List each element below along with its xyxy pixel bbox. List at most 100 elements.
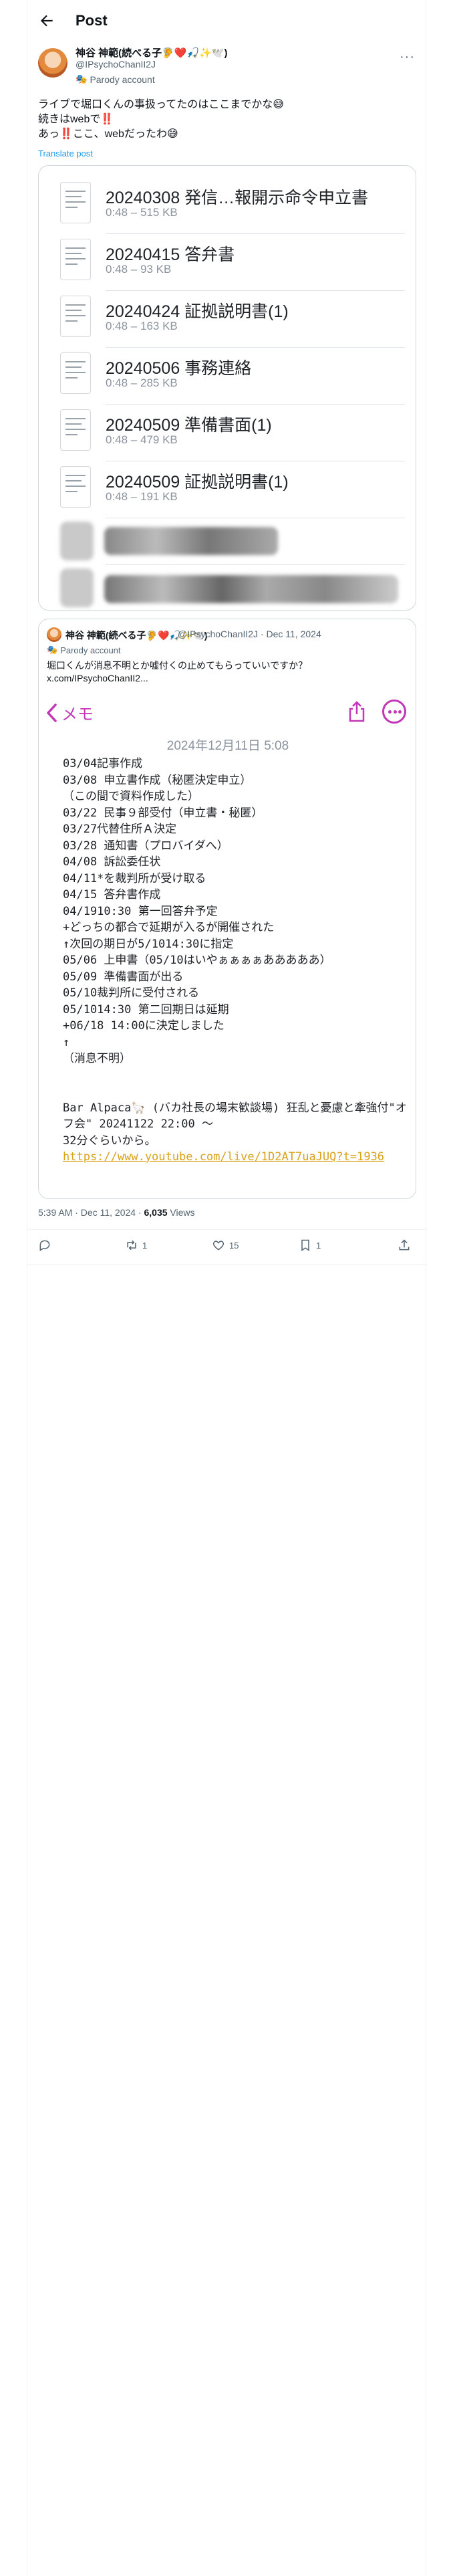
blurred-file-name xyxy=(104,527,278,555)
file-meta: 0:48 – 93 KB xyxy=(106,263,172,276)
memo-line: ↑ xyxy=(63,1035,70,1049)
file-meta: 0:48 – 515 KB xyxy=(106,206,178,219)
memo-line: 04/1910:30 第一回答弁予定 xyxy=(63,904,218,918)
author-handle[interactable]: @IPsychoChanII2J xyxy=(76,59,156,70)
file-row: 20240509 準備書面(1) 0:48 – 479 KB xyxy=(51,405,405,456)
memo-date: 2024年12月11日 5:08 xyxy=(166,739,289,753)
divider xyxy=(106,347,405,348)
memo-line: 05/10裁判所に受付される xyxy=(63,986,200,1000)
file-row: 20240415 答弁書 0:48 – 93 KB xyxy=(51,235,405,286)
memo-back-label: メモ xyxy=(61,706,94,724)
memo-line: +どっちの都合で延期が入るが開催された xyxy=(63,921,275,934)
quoted-parody-label: Parody account xyxy=(60,645,121,655)
memo-back-button: メモ xyxy=(45,701,94,724)
divider xyxy=(106,404,405,405)
heart-icon xyxy=(212,1241,224,1251)
memo-line: 03/08 申立書作成（秘匿決定申立） xyxy=(63,773,252,787)
divider xyxy=(106,290,405,291)
file-meta: 0:48 – 285 KB xyxy=(106,377,178,389)
repost-count: 1 xyxy=(142,1240,148,1251)
top-bar: Post xyxy=(27,0,427,41)
tweet-text: ライブで堀口くんの事扱ってたのはここまでかな😅 続きはwebで‼️ あっ‼️ここ… xyxy=(38,98,416,142)
document-icon xyxy=(60,182,91,223)
more-options-icon[interactable]: ··· xyxy=(400,49,415,65)
file-name: 20240424 証拠説明書(1) xyxy=(106,302,289,321)
author-avatar[interactable] xyxy=(38,48,67,78)
file-name: 20240509 証拠説明書(1) xyxy=(106,473,289,492)
repost-button[interactable]: 1 xyxy=(125,1239,147,1252)
quoted-author-avatar xyxy=(47,627,61,642)
mask-icon: 🎭 xyxy=(76,74,88,84)
file-meta: 0:48 – 163 KB xyxy=(106,320,178,332)
memo-line: Bar Alpaca🦙 (バカ社長の場末歓談場) 狂乱と憂慮と牽強付"オフ会" … xyxy=(63,1101,407,1132)
file-name: 20240506 事務連絡 xyxy=(106,359,252,378)
memo-line: 05/09 準備書面が出る xyxy=(63,970,184,984)
parody-badge: 🎭 Parody account xyxy=(76,74,155,85)
document-icon xyxy=(60,239,91,280)
quoted-parody-badge: 🎭 Parody account xyxy=(47,645,121,655)
document-icon xyxy=(60,466,91,508)
share-button[interactable] xyxy=(398,1239,411,1252)
blurred-file-name xyxy=(104,575,398,603)
post-timestamp[interactable]: 5:39 AM · Dec 11, 2024 · xyxy=(38,1207,144,1218)
quoted-link: x.com/IPsychoChanII2... xyxy=(47,673,148,683)
tweet-line: ライブで堀口くんの事扱ってたのはここまでかな😅 xyxy=(38,99,284,110)
file-row: 20240424 証拠説明書(1) 0:48 – 163 KB xyxy=(51,292,405,342)
memo-line: 05/06 上申書（05/10はいやぁぁぁぁあああああ） xyxy=(63,954,331,967)
file-name: 20240509 準備書面(1) xyxy=(106,416,272,435)
view-count: 6,035 xyxy=(144,1207,168,1218)
memo-line: ↑次回の期日が5/1014:30に指定 xyxy=(63,937,234,951)
memo-line: （消息不明） xyxy=(63,1052,131,1065)
memo-blank-line xyxy=(63,1083,410,1100)
memo-line: 03/28 通知書（プロバイダへ） xyxy=(63,839,229,853)
file-row: 20240308 発信…報開示命令申立書 0:48 – 515 KB xyxy=(51,178,405,229)
file-row: 20240506 事務連絡 0:48 – 285 KB xyxy=(51,348,405,399)
document-icon xyxy=(60,296,91,337)
memo-line: 04/15 答弁書作成 xyxy=(63,888,161,901)
memo-more-icon xyxy=(382,700,406,724)
bookmark-icon xyxy=(301,1239,309,1251)
memo-line: 04/11*を裁判所が受け取る xyxy=(63,871,206,885)
memo-line: 03/04記事作成 xyxy=(63,757,143,770)
file-row: 20240509 証拠説明書(1) 0:48 – 191 KB xyxy=(51,462,405,513)
parody-label: Parody account xyxy=(90,74,155,85)
memo-line: 05/1014:30 第二回期日は延期 xyxy=(63,1002,229,1016)
quoted-author-handle: @IPsychoChanII2J · Dec 11, 2024 xyxy=(178,629,321,639)
action-bar: 1 15 1 xyxy=(27,1230,427,1263)
memo-line: +06/18 14:00に決定しました xyxy=(63,1019,224,1033)
divider xyxy=(106,564,405,565)
file-meta: 0:48 – 191 KB xyxy=(106,490,178,503)
memo-screenshot[interactable]: メモ 2024年12月11日 5:08 03/04記事作成 03/08 申立書作… xyxy=(39,694,416,1198)
youtube-link: https://www.youtube.com/live/1D2AT7uaJUQ… xyxy=(63,1150,385,1164)
attachment-image[interactable]: 20240308 発信…報開示命令申立書 0:48 – 515 KB 20240… xyxy=(38,165,416,611)
memo-blank-line xyxy=(63,1067,410,1084)
like-button[interactable]: 15 xyxy=(212,1239,239,1252)
file-meta: 0:48 – 479 KB xyxy=(106,433,178,446)
bookmark-button[interactable]: 1 xyxy=(299,1239,321,1252)
document-icon xyxy=(60,352,91,394)
reply-button[interactable] xyxy=(38,1239,55,1252)
bookmark-count: 1 xyxy=(316,1240,321,1251)
chevron-left-icon xyxy=(47,703,57,722)
memo-line: （この間で資料作成した） xyxy=(63,790,199,803)
divider xyxy=(106,233,405,234)
file-name: 20240308 発信…報開示命令申立書 xyxy=(106,189,369,207)
tweet-line: あっ‼️ここ、webだったわ😅 xyxy=(38,128,178,140)
memo-body: 03/04記事作成 03/08 申立書作成（秘匿決定申立） （この間で資料作成し… xyxy=(63,756,410,1166)
document-icon xyxy=(60,409,91,451)
author-name[interactable]: 神谷 神範(続べる子🦻❤️🎣✨🕊️) xyxy=(76,45,228,60)
mask-icon: 🎭 xyxy=(47,645,58,655)
quoted-post[interactable]: 神谷 神範(続べる子🦻❤️🎣✨🕊️) @IPsychoChanII2J · De… xyxy=(38,619,416,1199)
divider xyxy=(27,1264,427,1265)
post-meta: 5:39 AM · Dec 11, 2024 · 6,035 Views xyxy=(38,1207,195,1218)
like-count: 15 xyxy=(229,1240,239,1251)
blurred-thumbnail xyxy=(60,522,94,560)
share-icon xyxy=(399,1239,410,1251)
views-label: Views xyxy=(167,1207,195,1218)
memo-line: 32分ぐらいから。 xyxy=(63,1134,156,1148)
back-arrow-icon[interactable] xyxy=(38,12,55,29)
page-title: Post xyxy=(76,12,108,29)
translate-link[interactable]: Translate post xyxy=(38,148,93,158)
post-column: Post 神谷 神範(続べる子🦻❤️🎣✨🕊️) @IPsychoChanII2J… xyxy=(27,0,427,2576)
quoted-text: 堀口くんが消息不明とか嘘付くの止めてもらっていいですか？ x.com/IPsyc… xyxy=(47,659,408,685)
